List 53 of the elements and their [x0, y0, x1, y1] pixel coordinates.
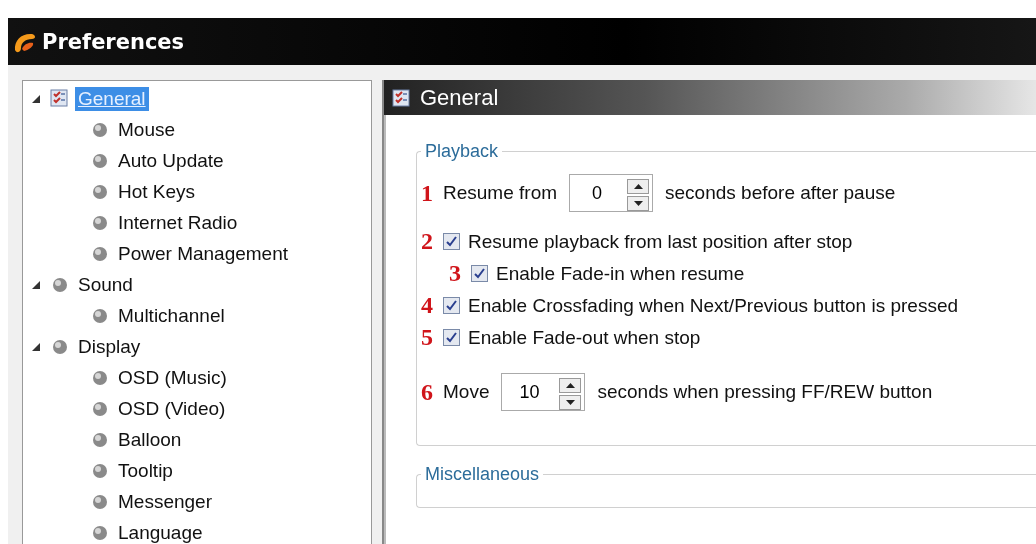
annotation-number: 5	[421, 324, 434, 351]
option-label: Move	[443, 381, 490, 403]
up-arrow-icon	[633, 184, 643, 189]
checkbox[interactable]	[443, 233, 460, 250]
tree-item[interactable]: Hot Keys	[115, 179, 199, 204]
expander-icon[interactable]	[31, 279, 41, 290]
checkmark-icon	[474, 268, 485, 279]
tree-item[interactable]: Tooltip	[115, 458, 176, 483]
annotation-number: 1	[421, 179, 434, 207]
down-arrow-icon	[565, 400, 575, 405]
checkbox-label[interactable]: Enable Crossfading when Next/Previous button is pressed	[468, 294, 959, 317]
window-title: Preferences	[42, 29, 185, 54]
spin-down-button[interactable]	[627, 196, 650, 211]
tree-item[interactable]: Multichannel	[115, 303, 228, 328]
tree-item[interactable]: Auto Update	[115, 148, 227, 173]
checkmark-icon	[446, 300, 457, 311]
tree-item[interactable]: Internet Radio	[115, 210, 241, 235]
group-title: Miscellaneous	[424, 464, 541, 485]
tree-item[interactable]: Power Management	[115, 241, 292, 266]
annotation-number: 6	[421, 378, 434, 406]
checkbox-label[interactable]: Enable Fade-in when resume	[496, 262, 745, 285]
annotation-number: 4	[421, 292, 434, 319]
tree-item[interactable]: Messenger	[115, 489, 215, 514]
annotation-number: 2	[421, 228, 434, 255]
checkbox[interactable]	[443, 329, 460, 346]
tree-item[interactable]: Display	[75, 334, 144, 359]
spin-up-button[interactable]	[559, 378, 582, 393]
tree-item[interactable]: Language	[115, 520, 206, 544]
checkbox[interactable]	[471, 265, 488, 282]
expander-icon[interactable]	[31, 93, 41, 104]
group-title: Playback	[424, 141, 500, 162]
up-arrow-icon	[565, 383, 575, 388]
tree-item[interactable]: OSD (Music)	[115, 365, 230, 390]
spin-up-button[interactable]	[627, 179, 650, 194]
checkbox-label[interactable]: Enable Fade-out when stop	[468, 326, 701, 349]
checkbox-label[interactable]: Resume playback from last position after stop	[468, 230, 853, 253]
checkmark-icon	[446, 236, 457, 247]
spin-down-button[interactable]	[559, 395, 582, 410]
option-label: seconds when pressing FF/REW button	[597, 381, 933, 403]
annotation-number: 3	[449, 260, 462, 287]
checkmark-icon	[446, 332, 457, 343]
tree-item[interactable]: Balloon	[115, 427, 185, 452]
option-label: seconds before after pause	[665, 182, 896, 204]
checklist-icon	[50, 88, 70, 109]
tree-item[interactable]: Sound	[75, 272, 136, 297]
checkbox[interactable]	[443, 297, 460, 314]
checklist-icon	[392, 88, 410, 107]
panel-title: General	[420, 84, 499, 111]
expander-icon[interactable]	[31, 341, 41, 352]
down-arrow-icon	[633, 201, 643, 206]
option-label: Resume from	[443, 182, 558, 204]
tree-item[interactable]: OSD (Video)	[115, 396, 229, 421]
tree-item[interactable]: Mouse	[115, 117, 179, 142]
